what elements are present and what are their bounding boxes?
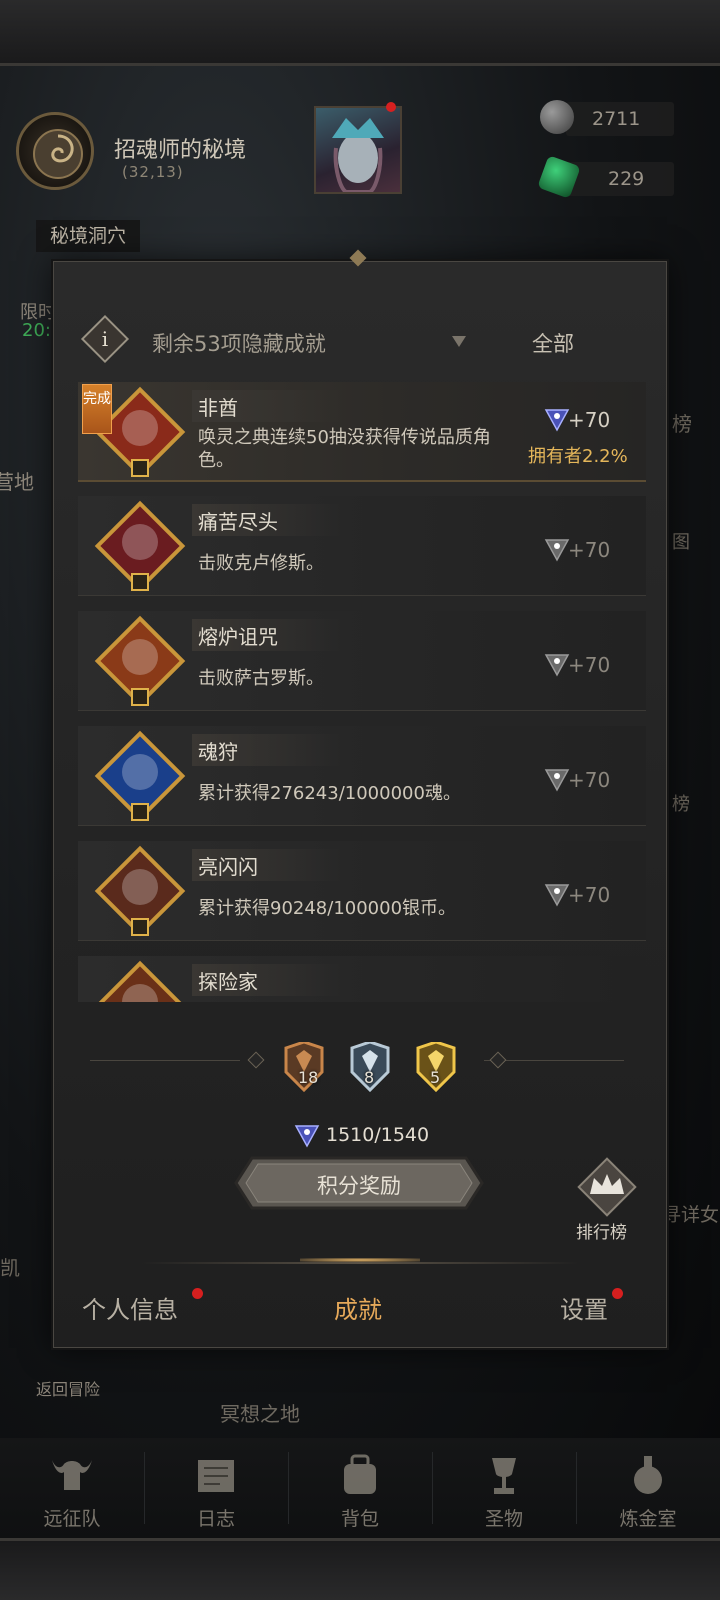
filter-all-dropdown[interactable]: 全部 xyxy=(532,328,574,358)
side-label-right-3: 榜 xyxy=(672,794,690,815)
nav-label-relics: 圣物 xyxy=(484,1508,523,1530)
scroll-icon xyxy=(198,1460,234,1492)
achievement-reward: +70 xyxy=(568,408,611,432)
backpack-icon xyxy=(344,1454,376,1494)
reward-points-icon xyxy=(544,651,570,677)
achievement-title: 探险家 xyxy=(198,970,258,994)
achievement-list[interactable]: 完成 非酋唤灵之典连续50抽没获得传说品质角色。 +70 拥有者2.2% 痛苦尽头击败克… xyxy=(78,382,646,1002)
nav-alchemy[interactable]: 炼金室 xyxy=(576,1438,720,1538)
place-label: 冥想之地 xyxy=(220,1402,300,1426)
achievement-row[interactable]: 亮闪闪累计获得90248/100000银币。 +70 xyxy=(78,841,646,941)
nav-label-journal: 日志 xyxy=(196,1508,235,1530)
achievement-row[interactable]: 痛苦尽头击败克卢修斯。 +70 xyxy=(78,496,646,596)
points-star-icon xyxy=(294,1122,320,1148)
location-coords: (32,13) xyxy=(122,163,184,181)
side-label-timer: 20: xyxy=(22,320,51,341)
achievement-title: 非酋 xyxy=(198,396,238,420)
tab-settings[interactable]: 设置 xyxy=(560,1290,608,1325)
silver-coins-icon xyxy=(92,843,188,939)
silver-medal-count: 8 xyxy=(364,1068,375,1087)
reward-points-icon xyxy=(544,536,570,562)
nav-expedition[interactable]: 远征队 xyxy=(0,1438,144,1538)
tab-profile[interactable]: 个人信息 xyxy=(82,1290,178,1325)
leaderboard-label: 排行榜 xyxy=(576,1223,627,1243)
stone-icon xyxy=(540,100,574,134)
profile-notification-dot xyxy=(192,1288,203,1299)
achievement-title: 亮闪闪 xyxy=(198,855,258,879)
resource-2-value: 229 xyxy=(608,168,645,190)
reward-points-icon xyxy=(544,406,570,432)
skeleton-knight-icon xyxy=(92,498,188,594)
hidden-achievements-text: 剩余53项隐藏成就 xyxy=(152,332,326,356)
completed-tag: 完成 xyxy=(82,384,112,434)
side-label-right-2: 图 xyxy=(672,532,690,553)
portrait-notification-dot xyxy=(386,102,396,112)
bottom-frame xyxy=(0,1538,720,1600)
gold-medal-count: 5 xyxy=(430,1068,441,1087)
hero-face-icon xyxy=(332,118,384,194)
top-frame xyxy=(0,0,720,66)
side-label-left-3: 凯 xyxy=(0,1256,20,1280)
achievement-reward: +70 xyxy=(568,768,611,792)
spiral-icon xyxy=(33,129,83,179)
crown-icon xyxy=(577,1157,637,1217)
location-title: 招魂师的秘境 xyxy=(114,138,247,163)
achievement-row[interactable]: 探险家 xyxy=(78,956,646,1002)
achievement-reward: +70 xyxy=(568,653,611,677)
achievement-description: 唤灵之典连续50抽没获得传说品质角色。 xyxy=(198,427,491,471)
achievement-description: 累计获得90248/100000银币。 xyxy=(198,898,457,919)
achievement-row[interactable]: 魂狩累计获得276243/1000000魂。 +70 xyxy=(78,726,646,826)
chalice-icon xyxy=(492,1458,516,1494)
camp-label: 营地 xyxy=(0,470,34,494)
achievement-description: 击败萨古罗斯。 xyxy=(198,668,324,689)
alchemy-icon xyxy=(634,1456,662,1494)
reward-points-icon xyxy=(544,881,570,907)
hero-portrait[interactable] xyxy=(314,106,402,194)
points-progress: 1510/1540 xyxy=(326,1124,430,1146)
points-reward-label: 积分奖励 xyxy=(317,1174,401,1198)
achievement-row[interactable]: 完成 非酋唤灵之典连续50抽没获得传说品质角色。 +70 拥有者2.2% xyxy=(78,382,646,482)
tab-divider xyxy=(140,1262,580,1264)
tab-achievements[interactable]: 成就 xyxy=(334,1290,382,1325)
achievement-reward: +70 xyxy=(568,883,611,907)
info-icon[interactable]: i xyxy=(80,314,130,364)
location-emblem[interactable] xyxy=(16,112,94,190)
blue-soul-flame-icon xyxy=(92,728,188,824)
achievement-title: 痛苦尽头 xyxy=(198,510,278,534)
owner-percentage: 拥有者2.2% xyxy=(528,446,628,467)
achievement-row[interactable]: 熔炉诅咒击败萨古罗斯。 +70 xyxy=(78,611,646,711)
return-adventure-label[interactable]: 返回冒险 xyxy=(36,1376,100,1400)
achievement-title: 熔炉诅咒 xyxy=(198,625,278,649)
leaderboard-button[interactable] xyxy=(574,1154,640,1220)
svg-text:i: i xyxy=(102,327,108,351)
achievement-reward: +70 xyxy=(568,538,611,562)
active-tab-glow xyxy=(300,1258,420,1262)
side-label-right-1: 榜 xyxy=(672,412,692,436)
horned-helmet-icon xyxy=(52,1460,92,1490)
fire-beast-icon xyxy=(92,613,188,709)
side-label-right-4: 寻详女 xyxy=(662,1204,720,1226)
achievement-description: 击败克卢修斯。 xyxy=(198,553,324,574)
nav-label-backpack: 背包 xyxy=(340,1508,379,1530)
settings-notification-dot xyxy=(612,1288,623,1299)
nav-backpack[interactable]: 背包 xyxy=(288,1438,432,1538)
summary-divider-left xyxy=(90,1060,240,1061)
reward-points-icon xyxy=(544,766,570,792)
resource-1-value: 2711 xyxy=(592,108,641,130)
nav-journal[interactable]: 日志 xyxy=(144,1438,288,1538)
achievement-title: 魂狩 xyxy=(198,740,238,764)
nav-label-expedition: 远征队 xyxy=(43,1508,101,1530)
sub-location: 秘境洞穴 xyxy=(36,220,140,252)
bronze-medal-count: 18 xyxy=(298,1068,319,1087)
nav-label-alchemy: 炼金室 xyxy=(619,1508,677,1530)
chevron-down-icon[interactable] xyxy=(452,336,466,347)
achievement-description: 累计获得276243/1000000魂。 xyxy=(198,783,461,804)
explorer-icon xyxy=(92,958,188,1002)
nav-relics[interactable]: 圣物 xyxy=(432,1438,576,1538)
